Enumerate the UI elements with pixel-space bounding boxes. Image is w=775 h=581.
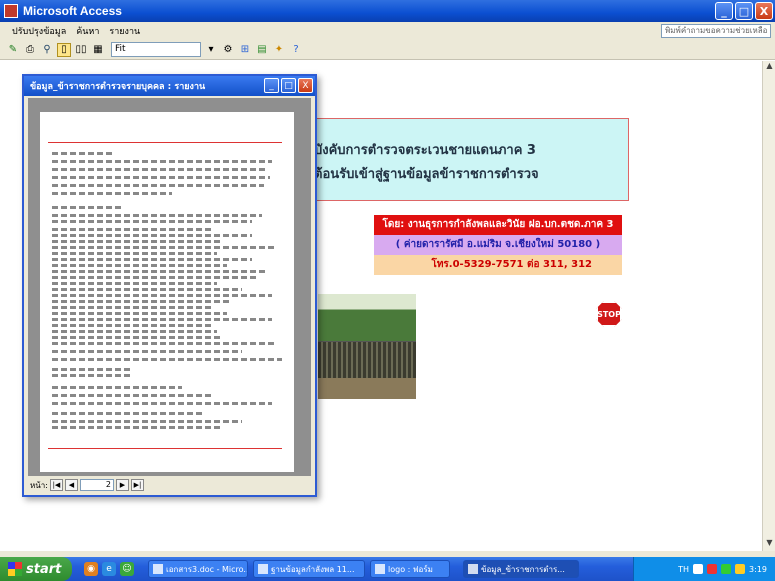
report-task-icon [468, 564, 478, 574]
task-label-access: ฐานข้อมูลกำลังพล 11... [271, 564, 355, 574]
office-links-icon[interactable]: ⊞ [238, 43, 252, 57]
task-label-word: เอกสาร3.doc - Micro... [166, 564, 248, 574]
report-minimize-button[interactable]: _ [264, 78, 279, 93]
language-indicator[interactable]: TH [678, 565, 689, 574]
title-bar: Microsoft Access _ □ X [0, 0, 775, 22]
credit-author: โดย: งานธุรการกำลังพลและวินัย ฝอ.บก.ตชด.… [374, 215, 622, 235]
design-view-icon[interactable]: ✎ [6, 43, 20, 57]
task-report[interactable]: ข้อมูล_ข้าราชการตำร... [463, 560, 579, 578]
security-icon[interactable] [735, 564, 746, 574]
report-page [40, 112, 294, 472]
first-page-button[interactable]: |◀ [49, 479, 63, 491]
database-window-icon[interactable]: ▤ [255, 43, 269, 57]
task-word-document[interactable]: เอกสาร3.doc - Micro... [148, 560, 248, 578]
task-label-form: logo : ฟอร์ม [388, 564, 433, 574]
report-preview-window: ข้อมูล_ข้าราชการตำรวจรายบุคคล : รายงาน _… [22, 74, 317, 497]
page-label: หน้า: [30, 480, 48, 490]
window-title: Microsoft Access [23, 4, 122, 18]
system-tray: TH 3:19 [633, 557, 775, 581]
vertical-scrollbar[interactable]: ▲ ▼ [762, 61, 775, 551]
menu-item-search[interactable]: ค้นหา [76, 24, 99, 38]
welcome-banner: บังคับการตำรวจตระเวนชายแดนภาค 3 ต้อนรับเ… [307, 118, 629, 201]
one-page-icon[interactable]: ▯ [57, 42, 71, 57]
word-icon [153, 564, 163, 574]
menu-item-update-data[interactable]: ปรับปรุงข้อมูล [12, 24, 66, 38]
taskbar: start ◉ e ☺ เอกสาร3.doc - Micro... ฐานข้… [0, 557, 775, 581]
chevron-down-icon[interactable]: ▾ [204, 43, 218, 57]
network-icon[interactable] [693, 564, 704, 574]
firefox-icon[interactable]: ◉ [84, 562, 98, 576]
page-footer-rule [48, 448, 282, 449]
task-logo-form[interactable]: logo : ฟอร์ม [370, 560, 450, 578]
toolbar: ✎ ⎙ ⚲ ▯ ▯▯ ▦ Fit ▾ ⚙ ⊞ ▤ ✦ ? [0, 40, 775, 60]
banner-subheading: ต้อนรับเข้าสู่ฐานข้อมูลข้าราชการตำรวจ [314, 167, 539, 182]
windows-logo-icon [8, 562, 22, 576]
two-pages-icon[interactable]: ▯▯ [74, 43, 88, 57]
clock: 3:19 [749, 564, 767, 574]
report-title: ข้อมูล_ข้าราชการตำรวจรายบุคคล : รายงาน [30, 82, 206, 92]
access-task-icon [258, 564, 268, 574]
minimize-button[interactable]: _ [715, 2, 733, 20]
antivirus-icon[interactable] [707, 564, 718, 574]
report-window-controls: _ □ X [264, 78, 313, 93]
help-icon[interactable]: ? [289, 43, 303, 57]
scroll-down-icon[interactable]: ▼ [763, 538, 775, 551]
multiple-pages-icon[interactable]: ▦ [91, 43, 105, 57]
help-question-box[interactable]: พิมพ์คำถามขอความช่วยเหลือ [661, 24, 771, 38]
start-label: start [26, 561, 62, 577]
report-restore-button[interactable]: □ [281, 78, 296, 93]
stop-button[interactable]: STOP [596, 301, 622, 327]
next-page-button[interactable]: ▶ [115, 479, 129, 491]
zoom-select[interactable]: Fit [111, 42, 201, 57]
record-navigator: หน้า: |◀ ◀ 2 ▶ ▶| [30, 478, 144, 492]
start-button[interactable]: start [0, 557, 72, 581]
page-header-rule [48, 142, 282, 143]
menu-bar: ปรับปรุงข้อมูล ค้นหา รายงาน พิมพ์คำถามขอ… [0, 22, 775, 40]
access-icon [4, 4, 18, 18]
task-access-database[interactable]: ฐานข้อมูลกำลังพล 11... [253, 560, 365, 578]
credit-phone: โทร.0-5329-7571 ต่อ 311, 312 [374, 255, 622, 275]
new-object-icon[interactable]: ✦ [272, 43, 286, 57]
restore-button[interactable]: □ [735, 2, 753, 20]
troops-photo [318, 294, 416, 399]
task-label-report: ข้อมูล_ข้าราชการตำร... [481, 564, 565, 574]
credit-box: โดย: งานธุรการกำลังพลและวินัย ฝอ.บก.ตชด.… [374, 215, 622, 275]
window-controls: _ □ X [715, 2, 773, 20]
setup-icon[interactable]: ⚙ [221, 43, 235, 57]
credit-address: ( ค่ายดารารัศมี อ.แม่ริม จ.เชียงใหม่ 501… [374, 235, 622, 255]
troops-formation [318, 342, 416, 378]
last-page-button[interactable]: ▶| [130, 479, 144, 491]
ie-icon[interactable]: e [102, 562, 116, 576]
close-button[interactable]: X [755, 2, 773, 20]
zoom-icon[interactable]: ⚲ [40, 43, 54, 57]
scroll-up-icon[interactable]: ▲ [763, 61, 775, 74]
menu-item-reports[interactable]: รายงาน [109, 24, 140, 38]
preview-canvas[interactable] [28, 98, 311, 476]
page-number-input[interactable]: 2 [79, 479, 114, 491]
banner-heading: บังคับการตำรวจตระเวนชายแดนภาค 3 [314, 143, 536, 158]
volume-icon[interactable] [721, 564, 732, 574]
messenger-icon[interactable]: ☺ [120, 562, 134, 576]
report-close-button[interactable]: X [298, 78, 313, 93]
print-icon[interactable]: ⎙ [23, 43, 37, 57]
prev-page-button[interactable]: ◀ [64, 479, 78, 491]
form-icon [375, 564, 385, 574]
quick-launch: ◉ e ☺ [84, 562, 134, 576]
